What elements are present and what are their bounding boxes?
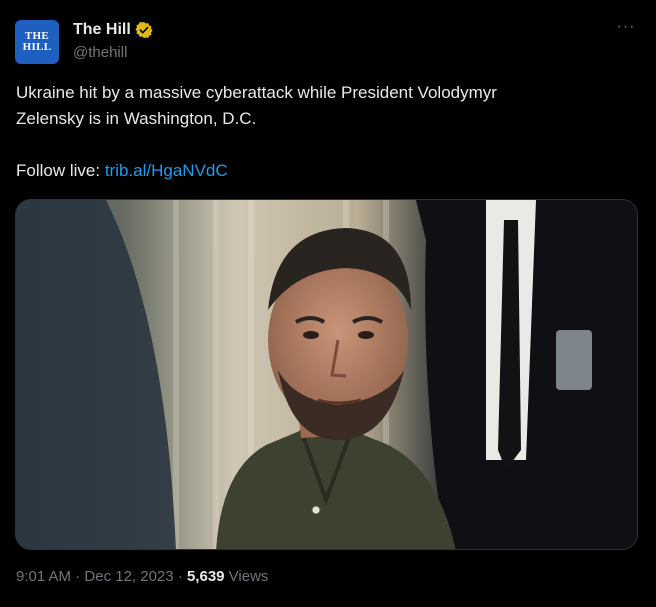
tweet-text: Ukraine hit by a massive cyberattack whi… [16, 80, 636, 132]
tweet-card[interactable]: THE HILL The Hill @thehill ··· Ukraine h… [0, 0, 656, 607]
follow-live-link[interactable]: trib.al/HgaNVdC [105, 161, 228, 180]
tweet-text-line2: Zelensky is in Washington, D.C. [16, 109, 257, 128]
views-label: Views [224, 568, 269, 585]
author-name-row[interactable]: The Hill [73, 21, 153, 39]
meta-separator: · [71, 568, 85, 585]
author-name[interactable]: The Hill [73, 21, 131, 39]
tweet-date[interactable]: Dec 12, 2023 [84, 568, 173, 585]
tweet-meta: 9:01 AM · Dec 12, 2023 · 5,639 Views [16, 568, 268, 585]
follow-live-label: Follow live: [16, 161, 105, 180]
avatar-text-hill: HILL [22, 41, 52, 53]
more-options-icon[interactable]: ··· [616, 19, 636, 40]
follow-live-line: Follow live: trib.al/HgaNVdC [16, 158, 228, 184]
verified-badge-icon [135, 21, 153, 39]
tweet-photo[interactable] [15, 199, 638, 550]
tweet-text-line1: Ukraine hit by a massive cyberattack whi… [16, 83, 497, 102]
tweet-time[interactable]: 9:01 AM [16, 568, 71, 585]
author-avatar[interactable]: THE HILL [15, 20, 59, 64]
photo-illustration [16, 200, 637, 549]
meta-separator: · [173, 568, 187, 585]
views-count: 5,639 [186, 568, 225, 585]
author-handle[interactable]: @thehill [73, 44, 127, 61]
